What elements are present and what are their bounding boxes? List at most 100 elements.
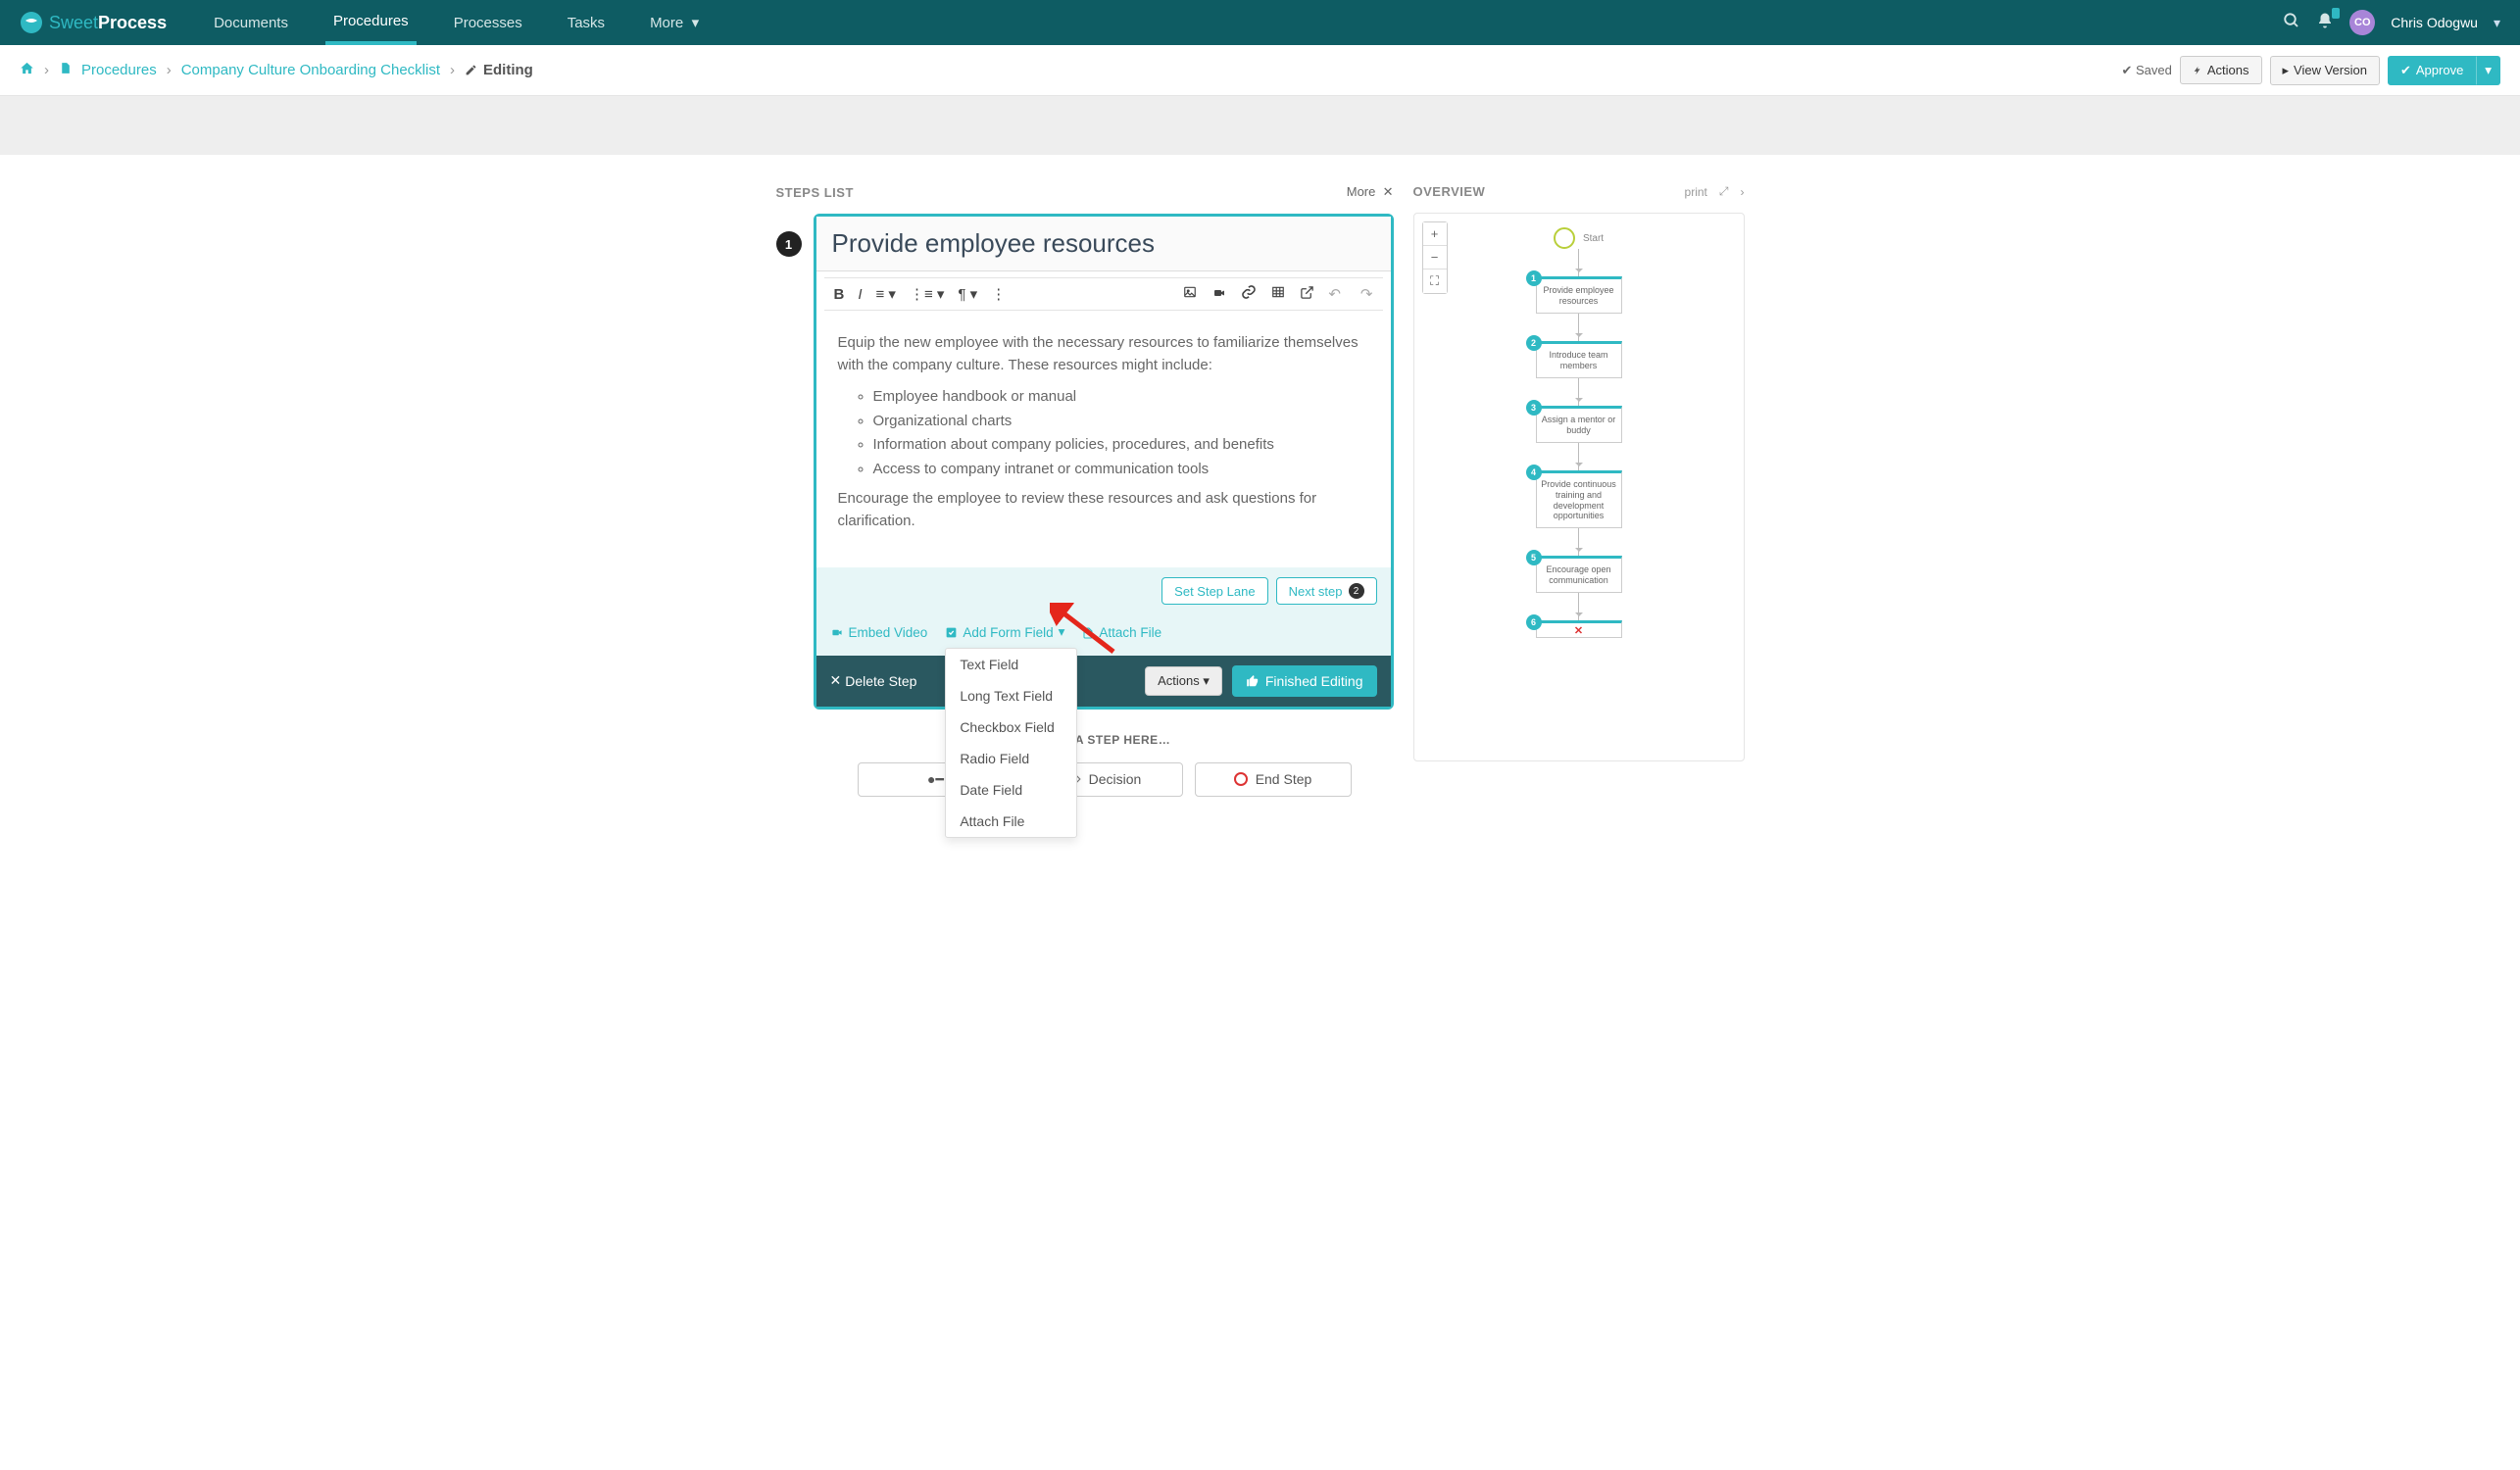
logo-text-light: Sweet [49,13,98,33]
italic-icon[interactable]: I [858,286,862,303]
zoom-out-button[interactable]: − [1423,246,1447,270]
step-actions-button[interactable]: Actions ▾ [1145,666,1222,696]
thumbs-up-icon [1246,674,1260,688]
undo-icon[interactable]: ↶ [1328,285,1341,303]
flow-node[interactable]: 5Encourage open communication [1536,556,1622,593]
dd-radio-field[interactable]: Radio Field [946,743,1076,774]
add-step-here-label: … DD A STEP HERE… [815,733,1394,747]
nav-more[interactable]: More ▾ [642,0,707,45]
main-nav: Documents Procedures Processes Tasks Mor… [206,0,707,45]
external-icon[interactable] [1300,285,1314,304]
expand-icon[interactable]: ⤢ [1719,184,1729,199]
circle-icon [1234,772,1248,786]
crumb-procedures[interactable]: Procedures [81,62,157,78]
delete-step-button[interactable]: ✕ Delete Step [830,672,917,689]
redo-icon[interactable]: ↷ [1360,285,1373,303]
collapse-chevron-icon[interactable]: › [1741,185,1745,199]
end-x-icon: ✕ [1574,624,1583,637]
steps-more-button[interactable]: More ✕ [1347,184,1394,200]
link-icon[interactable] [1241,284,1257,304]
body-intro: Equip the new employee with the necessar… [838,332,1369,376]
list-item: Organizational charts [873,411,1369,433]
video-icon[interactable] [1211,286,1227,303]
notification-badge [2332,8,2340,19]
breadcrumb-bar: › Procedures › Company Culture Onboardin… [0,45,2520,96]
gray-banner [0,96,2520,155]
image-icon[interactable] [1182,285,1198,303]
list-item: Information about company policies, proc… [873,434,1369,457]
avatar[interactable]: CO [2349,10,2375,35]
overview-heading: OVERVIEW [1413,184,1486,199]
crumb-current: Editing [465,62,533,78]
approve-button[interactable]: ✔ Approve [2388,56,2476,85]
logo[interactable]: SweetProcess [20,11,167,34]
nav-procedures[interactable]: Procedures [325,0,417,45]
next-step-number: 2 [1349,583,1364,599]
flow-node[interactable]: 3Assign a mentor or buddy [1536,406,1622,443]
dd-long-text-field[interactable]: Long Text Field [946,680,1076,711]
embed-video-button[interactable]: Embed Video [830,624,928,642]
next-step-button[interactable]: Next step 2 [1276,577,1377,605]
form-field-dropdown: Text Field Long Text Field Checkbox Fiel… [945,648,1077,838]
search-icon[interactable] [2283,12,2300,34]
add-end-step-button[interactable]: End Step [1195,762,1352,797]
home-icon[interactable] [20,61,34,79]
zoom-in-button[interactable]: + [1423,222,1447,246]
form-icon [945,626,958,639]
user-name[interactable]: Chris Odogwu [2391,15,2478,30]
attach-file-button[interactable]: Attach File [1082,624,1161,642]
more-format-icon[interactable]: ⋮ [991,285,1006,303]
print-button[interactable]: print [1685,185,1707,199]
flow-diagram: Start 1Provide employee resources 2Intro… [1414,214,1744,638]
body-outro: Encourage the employee to review these r… [838,488,1369,532]
file-icon [1082,626,1094,640]
saved-indicator: ✔ Saved [2121,63,2171,78]
bold-icon[interactable]: B [834,286,845,303]
flow-start-label: Start [1583,233,1604,244]
dd-checkbox-field[interactable]: Checkbox Field [946,711,1076,743]
actions-button[interactable]: Actions [2180,56,2262,84]
user-menu-chevron-icon[interactable]: ▾ [2494,15,2500,31]
logo-icon [20,11,43,34]
flow-start-node[interactable] [1554,227,1575,249]
pencil-icon [465,64,477,76]
overview-panel: + − ⛶ Start 1Provide employee resources … [1413,213,1745,761]
dd-attach-file[interactable]: Attach File [946,806,1076,837]
add-form-field-button[interactable]: Add Form Field ▾ [945,624,1064,640]
notifications-icon[interactable] [2316,12,2334,34]
dd-date-field[interactable]: Date Field [946,774,1076,806]
breadcrumb: › Procedures › Company Culture Onboardin… [20,61,533,79]
editor-toolbar: B I ≡ ▾ ⋮≡ ▾ ¶ ▾ ⋮ [824,277,1383,311]
unordered-list-icon[interactable]: ⋮≡ ▾ [910,285,944,303]
finished-editing-button[interactable]: Finished Editing [1232,665,1377,697]
bolt-icon [2193,65,2202,76]
top-nav: SweetProcess Documents Procedures Proces… [0,0,2520,45]
crumb-title[interactable]: Company Culture Onboarding Checklist [181,62,440,78]
nav-documents[interactable]: Documents [206,0,296,45]
body-list: Employee handbook or manual Organization… [838,386,1369,480]
flow-node[interactable]: 6✕ [1536,620,1622,638]
video-icon [830,627,844,638]
approve-dropdown[interactable]: ▾ [2476,56,2500,85]
step-editor-card: B I ≡ ▾ ⋮≡ ▾ ¶ ▾ ⋮ [814,214,1394,710]
file-icon[interactable] [59,61,72,79]
flow-node[interactable]: 1Provide employee resources [1536,276,1622,314]
logo-text-bold: Process [98,13,167,33]
list-item: Employee handbook or manual [873,386,1369,409]
fullscreen-button[interactable]: ⛶ [1423,270,1447,293]
set-step-lane-button[interactable]: Set Step Lane [1161,577,1267,605]
ordered-list-icon[interactable]: ≡ ▾ [876,285,896,303]
nav-processes[interactable]: Processes [446,0,530,45]
view-version-button[interactable]: ▸ View Version [2270,56,2380,85]
dd-text-field[interactable]: Text Field [946,649,1076,680]
nav-tasks[interactable]: Tasks [560,0,613,45]
editor-body[interactable]: Equip the new employee with the necessar… [816,317,1391,567]
list-item: Access to company intranet or communicat… [873,459,1369,481]
flow-node[interactable]: 4Provide continuous training and develop… [1536,470,1622,528]
step-title-input[interactable] [816,217,1391,271]
table-icon[interactable] [1270,285,1286,303]
flow-node[interactable]: 2Introduce team members [1536,341,1622,378]
step-number-badge: 1 [776,231,802,257]
steps-heading: STEPS LIST [776,185,854,200]
paragraph-icon[interactable]: ¶ ▾ [958,285,977,303]
